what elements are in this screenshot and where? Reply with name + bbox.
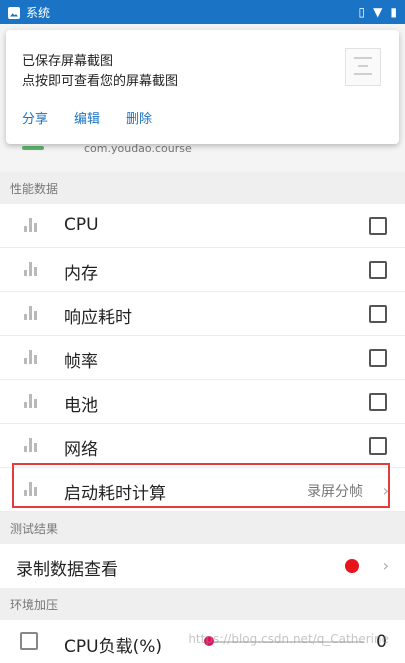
list-item-network[interactable]: 网络 xyxy=(0,424,405,468)
checkbox[interactable] xyxy=(369,217,387,235)
checkbox[interactable] xyxy=(369,393,387,411)
section-title: 测试结果 xyxy=(10,522,59,536)
watermark: https://blog.csdn.net/q_Catherine xyxy=(188,632,389,646)
bar-chart-icon xyxy=(24,350,40,364)
checkbox[interactable] xyxy=(369,261,387,279)
image-icon xyxy=(8,6,20,19)
notification-title: 已保存屏幕截图 xyxy=(22,54,114,69)
section-title: 环境加压 xyxy=(10,598,59,612)
list-item-cpu[interactable]: CPU xyxy=(0,204,405,248)
screenshot-thumbnail[interactable] xyxy=(345,48,381,86)
notification-subtitle: 点按即可查看您的屏幕截图 xyxy=(22,74,179,89)
list-item-label: CPU xyxy=(64,215,99,235)
list-item-label: 电池 xyxy=(64,396,98,416)
edit-button[interactable]: 编辑 xyxy=(74,108,100,127)
wifi-icon: ▼ xyxy=(373,5,383,19)
list-item-frame-rate[interactable]: 帧率 xyxy=(0,336,405,380)
status-bar: 系统 ▯ ▼ ▮ xyxy=(0,0,405,24)
app-icon xyxy=(22,146,44,150)
battery-icon: ▮ xyxy=(390,5,397,19)
bar-chart-icon xyxy=(24,306,40,320)
crop-icon xyxy=(20,632,38,650)
list-item-recorded-data[interactable]: 录制数据查看 › xyxy=(0,544,405,588)
list-item-memory[interactable]: 内存 xyxy=(0,248,405,292)
status-app-label: 系统 xyxy=(26,6,51,20)
list-item-response-time[interactable]: 响应耗时 xyxy=(0,292,405,336)
bar-chart-icon xyxy=(24,438,40,452)
list-item-label: 帧率 xyxy=(64,352,98,372)
checkbox[interactable] xyxy=(369,437,387,455)
bar-chart-icon xyxy=(24,218,40,232)
checkbox[interactable] xyxy=(369,349,387,367)
vibrate-icon: ▯ xyxy=(358,5,366,19)
section-env-pressure: 环境加压 xyxy=(0,588,405,620)
bar-chart-icon xyxy=(24,262,40,276)
checkbox[interactable] xyxy=(369,305,387,323)
list-item-label: 响应耗时 xyxy=(64,308,132,328)
highlight-box xyxy=(12,463,390,508)
share-button[interactable]: 分享 xyxy=(22,108,48,127)
section-title: 性能数据 xyxy=(10,182,59,196)
screenshot-notification[interactable]: 已保存屏幕截图 点按即可查看您的屏幕截图 分享 编辑 删除 xyxy=(6,30,399,144)
list-item-label: 录制数据查看 xyxy=(16,560,118,580)
section-test-results: 测试结果 xyxy=(0,512,405,544)
list-item-label: 内存 xyxy=(64,264,98,284)
delete-button[interactable]: 删除 xyxy=(126,108,152,127)
record-dot-icon xyxy=(345,559,359,573)
section-performance: 性能数据 xyxy=(0,172,405,204)
list-item-battery[interactable]: 电池 xyxy=(0,380,405,424)
bar-chart-icon xyxy=(24,394,40,408)
chevron-right-icon: › xyxy=(382,556,389,575)
list-item-label: 网络 xyxy=(64,440,98,460)
cpu-load-label: CPU负载(%) xyxy=(64,637,162,657)
